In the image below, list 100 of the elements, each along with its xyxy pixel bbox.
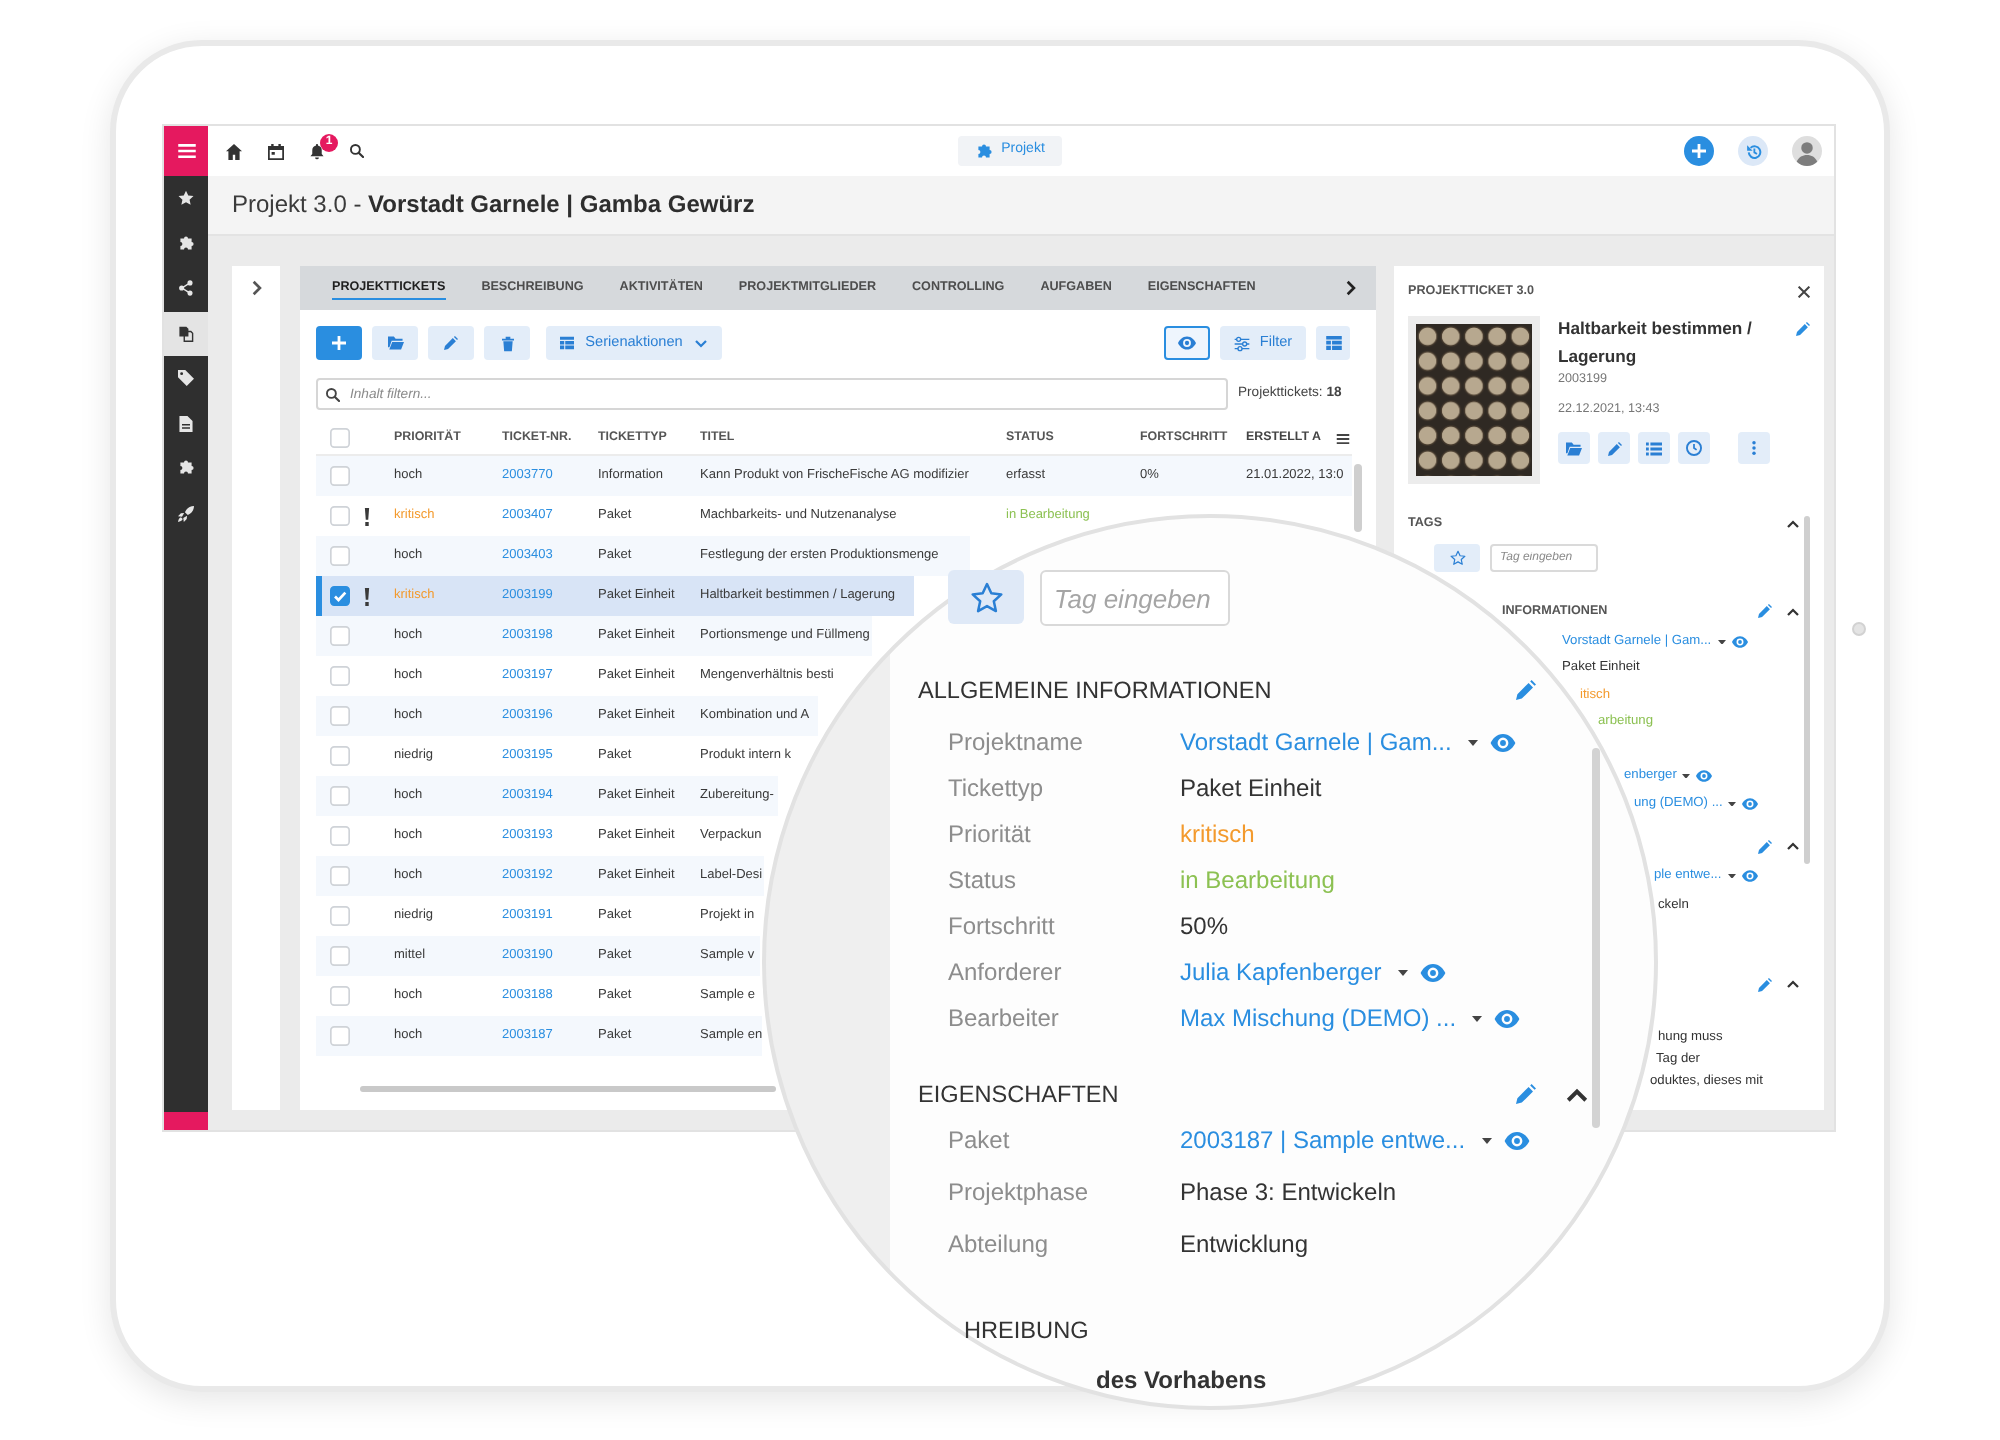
favorite-button[interactable] [1434,544,1480,572]
eye-icon[interactable] [1489,733,1516,751]
chevron-up-icon[interactable] [1565,1087,1587,1101]
vertical-scrollbar[interactable] [1354,464,1362,532]
home-icon[interactable] [226,143,242,159]
field-value: Phase 3: Entwickeln [1180,1177,1397,1207]
table-icon [1325,336,1341,350]
share-icon [178,280,194,297]
pencil-icon[interactable] [1516,680,1536,700]
field-value: in Bearbeitung [1180,865,1335,895]
pencil-icon [444,336,458,350]
row-checkbox[interactable] [330,586,350,606]
history-button[interactable] [1678,432,1710,464]
caret-icon[interactable] [1727,873,1736,879]
edit-button[interactable] [428,326,474,360]
tag-field[interactable]: Tag eingeben [1040,570,1230,626]
pencil-icon [1607,441,1621,455]
chevron-right-icon[interactable] [1346,280,1356,296]
tag-icon [178,370,194,387]
select-all-checkbox[interactable] [330,428,350,448]
caret-icon[interactable] [1481,1137,1492,1143]
value-link[interactable]: Max Mischung (DEMO) ... [1180,1003,1457,1033]
folder-icon [387,336,403,350]
section-heading: HREIBUNG [964,1315,1089,1344]
sidebar-item[interactable] [164,311,208,356]
pencil-icon[interactable] [1516,1084,1536,1104]
ticket-title: Haltbarkeit bestimmen / Lagerung [1558,316,1754,370]
chevron-right-icon[interactable] [251,280,261,296]
folder-button[interactable] [1558,432,1590,464]
clock-icon [1686,440,1702,456]
chevron-up-icon[interactable] [1786,842,1800,850]
close-icon[interactable] [1798,285,1810,297]
delete-button[interactable] [484,326,530,360]
pencil-icon[interactable] [1758,977,1772,991]
document-icon [178,415,194,432]
section-heading: ALLGEMEINE INFORMATIONEN [918,675,1272,704]
chevron-up-icon[interactable] [1786,607,1800,615]
pencil-icon[interactable] [1758,604,1772,618]
horizontal-scrollbar[interactable] [360,1086,776,1092]
folder-button[interactable] [372,326,418,360]
field-value: Entwicklung [1180,1229,1309,1259]
star-icon [178,190,194,207]
camera-icon [1852,621,1866,635]
field-label: Tickettyp [948,773,1044,802]
edit-button[interactable] [1598,432,1630,464]
caret-icon[interactable] [1728,801,1737,806]
field-label: Bearbeiter [948,1003,1059,1032]
field-label: Paket [948,1125,1010,1154]
list-button[interactable] [1638,432,1670,464]
caret-icon[interactable] [1467,739,1478,745]
value-link[interactable]: Julia Kapfenberger [1180,957,1382,987]
bell-icon[interactable] [310,143,324,159]
field-value: 50% [1180,911,1229,941]
value-link[interactable]: Vorstadt Garnele | Gam... [1180,727,1452,757]
plus-icon [1692,144,1707,158]
documents-icon [178,325,194,342]
caret-icon[interactable] [1682,774,1691,779]
menu-button[interactable] [164,126,208,176]
avatar-icon[interactable] [1792,136,1823,166]
preview-button[interactable] [1164,326,1210,360]
chevron-up-icon[interactable] [1786,980,1800,988]
sliders-icon [1233,335,1250,351]
field-label: Priorität [948,819,1031,848]
caret-icon[interactable] [1717,639,1726,644]
page-title: Projekt 3.0 - Vorstadt Garnele | Gamba Gewürz [232,190,755,220]
column-menu-icon[interactable] [1336,433,1350,443]
eye-icon[interactable] [1419,963,1446,981]
history-button[interactable] [1738,136,1769,166]
pencil-icon[interactable] [1758,839,1772,853]
vertical-scrollbar[interactable] [1592,748,1600,1128]
more-button[interactable] [1738,432,1770,464]
trash-icon [501,335,513,351]
list-icon [1646,441,1662,455]
field-label: Abteilung [948,1229,1049,1258]
pencil-icon[interactable] [1796,322,1810,336]
columns-button[interactable] [1316,326,1350,360]
calendar-icon[interactable] [268,143,284,159]
search-icon[interactable] [350,144,364,158]
caret-icon[interactable] [1397,969,1408,975]
add-button[interactable] [1684,136,1715,166]
field-label: Projektphase [948,1177,1089,1206]
vertical-scrollbar[interactable] [1804,516,1810,864]
favorite-button[interactable] [948,570,1024,624]
field-label: Anforderer [948,957,1062,986]
chevron-up-icon[interactable] [1786,519,1800,527]
eye-icon[interactable] [1494,1009,1521,1027]
field-label: Status [948,865,1017,894]
table-icon [559,336,574,350]
eye-icon[interactable] [1503,1131,1530,1149]
menu-icon [177,144,195,158]
folder-icon [1566,441,1582,455]
value-link[interactable]: 2003187 | Sample entwe... [1180,1125,1466,1155]
chevron-down-icon [694,339,709,347]
add-button[interactable] [316,326,362,360]
history-icon [1745,143,1762,159]
field-value: kritisch [1180,819,1255,849]
sidebar-footer-bar [164,1112,208,1130]
caret-icon[interactable] [1472,1015,1483,1021]
description-heading: des Vorhabens [1096,1366,1267,1394]
search-icon [326,387,340,401]
